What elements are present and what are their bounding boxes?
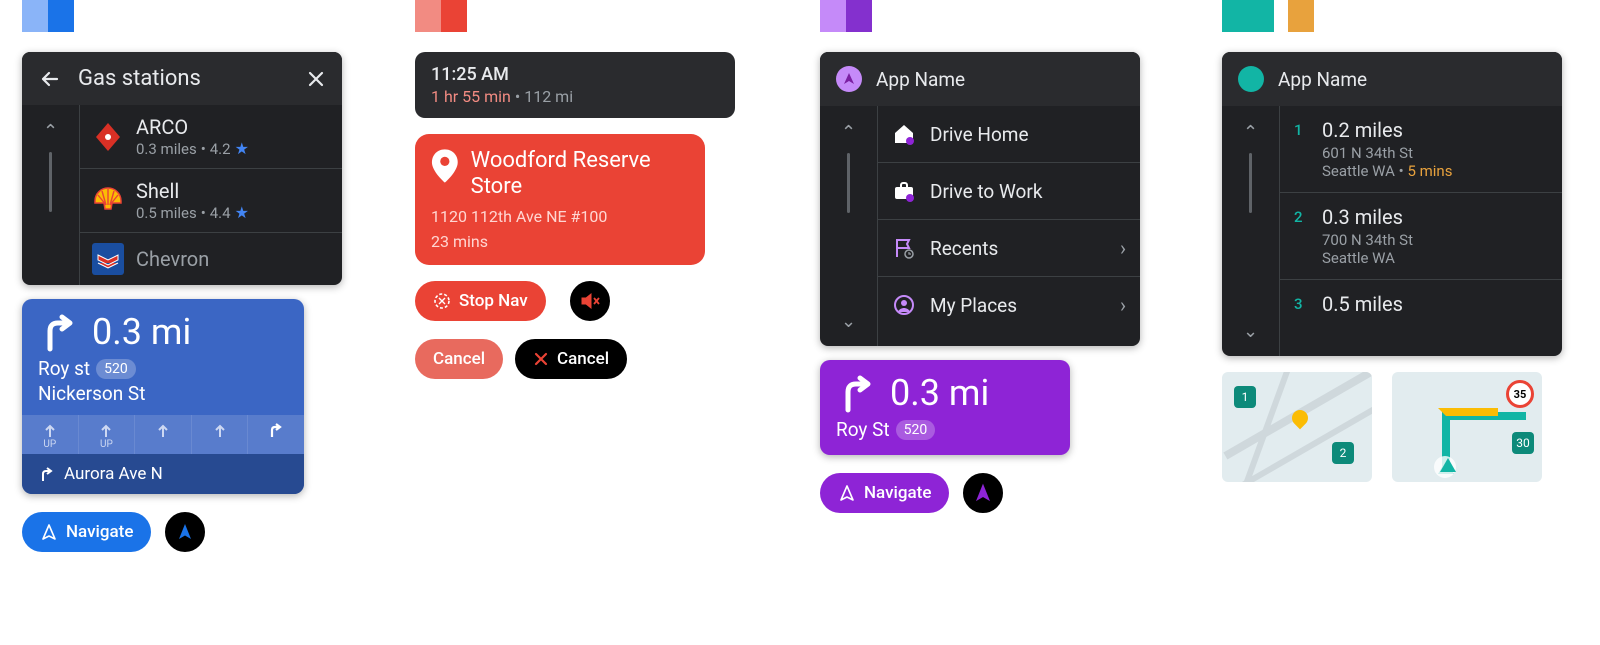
home-icon	[892, 122, 916, 146]
chevron-right-icon: ›	[1120, 236, 1126, 260]
scroll-up-icon[interactable]: ⌃	[43, 117, 58, 146]
back-arrow-icon[interactable]	[38, 67, 62, 91]
destination-eta: 23 mins	[431, 232, 689, 251]
navigate-filled-icon	[175, 522, 195, 542]
stop-nav-icon	[433, 292, 451, 310]
flag-icon	[892, 236, 916, 260]
nav-distance: 0.3 mi	[890, 372, 989, 414]
app-icon	[836, 66, 862, 92]
app-icon	[1238, 66, 1264, 92]
turn-by-turn-card: 0.3 mi Roy St520	[820, 360, 1070, 455]
route-badge: 520	[96, 359, 136, 379]
result-name: Shell	[136, 179, 249, 203]
route-badge: 520	[896, 420, 936, 440]
list-item[interactable]: Chevron	[80, 233, 342, 285]
scroll-down-icon[interactable]: ⌄	[1243, 317, 1258, 346]
app-name: App Name	[1278, 68, 1367, 91]
color-tabs-purple	[820, 0, 1140, 32]
map-pin: 2	[1332, 442, 1354, 464]
result-name: Chevron	[136, 247, 209, 271]
status-card: 11:25 AM 1 hr 55 min • 112 mi	[415, 52, 735, 118]
chevron-logo-icon	[92, 243, 124, 275]
cancel-outline-button[interactable]: Cancel	[513, 337, 629, 381]
scroll-down-icon[interactable]: ⌄	[841, 307, 856, 336]
person-pin-icon	[892, 293, 916, 317]
map-pin: 30	[1512, 432, 1534, 454]
scroll-column[interactable]: ⌃ ⌄	[820, 106, 878, 346]
result-row[interactable]: 3 0.5 miles	[1280, 280, 1562, 328]
color-tabs-red	[415, 0, 745, 32]
result-row[interactable]: 1 0.2 miles 601 N 34th St Seattle WA • 5…	[1280, 106, 1562, 193]
chevron-right-icon: ›	[1120, 293, 1126, 317]
scroll-column[interactable]: ⌃	[22, 105, 80, 285]
briefcase-icon	[892, 179, 916, 203]
star-icon: ★	[235, 139, 249, 158]
menu-item-home[interactable]: Drive Home	[878, 106, 1140, 163]
star-icon: ★	[235, 203, 249, 222]
nav-street: Nickerson St	[38, 382, 288, 405]
color-tabs-blue	[22, 0, 342, 32]
clock-time: 11:25 AM	[431, 64, 719, 85]
menu-item-recents[interactable]: Recents ›	[878, 220, 1140, 277]
turn-by-turn-card: 0.3 mi Roy st520 Nickerson St UP UP Auro…	[22, 299, 304, 494]
x-icon	[533, 351, 549, 367]
result-name: ARCO	[136, 115, 249, 139]
header-title: Gas stations	[78, 66, 306, 91]
search-results-card: Gas stations ⌃ ARCO 0.3 miles • 4.2★	[22, 52, 342, 285]
mute-icon	[579, 290, 601, 312]
app-name: App Name	[876, 68, 965, 91]
list-item[interactable]: ARCO 0.3 miles • 4.2★	[80, 105, 342, 169]
navigate-icon	[40, 523, 58, 541]
scroll-up-icon[interactable]: ⌃	[1243, 118, 1258, 147]
scroll-track[interactable]	[49, 152, 52, 212]
turn-right-icon	[38, 311, 80, 353]
next-step: Aurora Ave N	[22, 454, 304, 494]
map-pin: 1	[1234, 386, 1256, 408]
list-item[interactable]: Shell 0.5 miles • 4.4★	[80, 169, 342, 233]
menu-item-work[interactable]: Drive to Work	[878, 163, 1140, 220]
scroll-column[interactable]: ⌃ ⌄	[1222, 106, 1280, 356]
shell-logo-icon	[92, 185, 124, 217]
scroll-up-icon[interactable]: ⌃	[841, 118, 856, 147]
turn-right-small-icon	[38, 465, 56, 483]
cancel-button[interactable]: Cancel	[415, 339, 503, 379]
color-tabs-teal	[1222, 0, 1562, 32]
navigate-filled-icon	[973, 483, 993, 503]
destination-address: 1120 112th Ave NE #100	[431, 207, 689, 226]
recenter-button[interactable]	[163, 510, 207, 554]
turn-right-icon	[836, 372, 878, 414]
mute-button[interactable]	[568, 279, 612, 323]
recenter-button[interactable]	[961, 471, 1005, 515]
results-card: App Name ⌃ ⌄ 1 0.2 miles 601 N 34th St S…	[1222, 52, 1562, 356]
pin-icon	[431, 148, 459, 184]
menu-item-places[interactable]: My Places ›	[878, 277, 1140, 333]
arco-logo-icon	[92, 121, 124, 153]
eta-text: 1 hr 55 min	[431, 87, 511, 106]
navigate-button[interactable]: Navigate	[820, 473, 949, 513]
app-menu-card: App Name ⌃ ⌄ Drive Home Drive to Work	[820, 52, 1140, 346]
navigate-icon	[838, 484, 856, 502]
speed-limit-sign: 35	[1506, 380, 1534, 408]
trip-distance: 112 mi	[524, 87, 573, 106]
destination-name: Woodford Reserve Store	[471, 148, 689, 201]
result-row[interactable]: 2 0.3 miles 700 N 34th St Seattle WA	[1280, 193, 1562, 280]
close-icon[interactable]	[306, 69, 326, 89]
map-thumbnail[interactable]: 35 30	[1392, 372, 1542, 482]
navigate-button[interactable]: Navigate	[22, 512, 151, 552]
map-thumbnail[interactable]: 1 2	[1222, 372, 1372, 482]
stop-nav-button[interactable]: Stop Nav	[415, 281, 546, 321]
destination-card[interactable]: Woodford Reserve Store 1120 112th Ave NE…	[415, 134, 705, 265]
nav-distance: 0.3 mi	[92, 311, 191, 353]
lane-guidance: UP UP	[22, 415, 304, 454]
